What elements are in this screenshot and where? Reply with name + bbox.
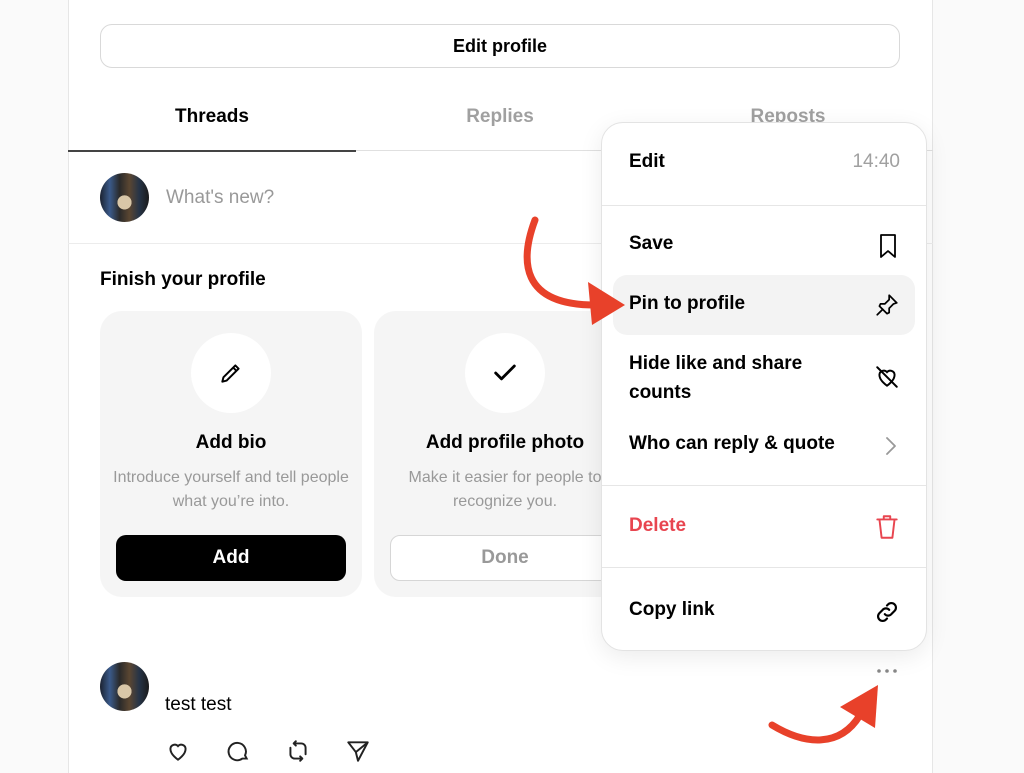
bookmark-icon — [880, 234, 896, 258]
button-label: Done — [481, 547, 529, 568]
menu-item-delete[interactable]: Delete — [602, 515, 926, 545]
pin-icon — [876, 294, 898, 316]
add-bio-button[interactable]: Add — [116, 535, 346, 581]
chevron-right-icon — [886, 437, 896, 455]
new-thread-input[interactable]: What's new? — [166, 187, 274, 209]
menu-item-edit[interactable]: Edit 14:40 — [602, 151, 926, 181]
add-bio-card: Add bio Introduce yourself and tell peop… — [100, 311, 362, 597]
card-title: Add profile photo — [425, 432, 585, 453]
menu-item-label: Who can reply & quote — [629, 433, 835, 454]
post-options-menu: Edit 14:40 Save Pin to profile Hide like… — [601, 122, 927, 651]
menu-item-hide-like-counts[interactable]: Hide like and share counts — [602, 349, 926, 409]
checkmark-icon — [465, 333, 545, 413]
menu-item-copy-link[interactable]: Copy link — [602, 599, 926, 629]
tab-threads[interactable]: Threads — [68, 106, 356, 128]
menu-item-label: Save — [629, 233, 674, 254]
more-horizontal-icon[interactable] — [876, 665, 898, 677]
post-avatar[interactable] — [100, 662, 149, 711]
menu-item-label: Delete — [629, 515, 687, 536]
menu-item-who-can-reply[interactable]: Who can reply & quote — [602, 433, 926, 463]
menu-item-save[interactable]: Save — [602, 233, 926, 263]
menu-item-label: Pin to profile — [629, 293, 746, 314]
add-profile-photo-card: Add profile photo Make it easier for peo… — [374, 311, 636, 597]
tab-replies[interactable]: Replies — [356, 106, 644, 128]
menu-item-label: Hide like and share counts — [629, 353, 803, 403]
button-label: Add — [212, 547, 250, 568]
card-title: Add bio — [195, 432, 267, 453]
repost-icon[interactable] — [285, 738, 311, 764]
done-button[interactable]: Done — [390, 535, 620, 581]
heart-icon[interactable] — [165, 738, 191, 764]
menu-divider — [602, 567, 926, 568]
edit-time: 14:40 — [852, 151, 900, 172]
comment-icon[interactable] — [225, 738, 251, 764]
link-icon — [877, 602, 897, 622]
share-icon[interactable] — [345, 738, 371, 764]
menu-divider — [602, 205, 926, 206]
card-description: Introduce yourself and tell people what … — [113, 469, 349, 510]
edit-profile-button[interactable]: Edit profile — [100, 24, 900, 68]
menu-divider — [602, 485, 926, 486]
active-tab-indicator — [68, 150, 356, 152]
finish-profile-title: Finish your profile — [100, 269, 266, 290]
edit-profile-label: Edit profile — [453, 35, 547, 56]
menu-item-label: Edit — [629, 151, 665, 172]
avatar[interactable] — [100, 173, 149, 222]
card-description: Make it easier for people to recognize y… — [408, 469, 602, 510]
heart-off-icon — [876, 366, 898, 388]
menu-item-label: Copy link — [629, 599, 715, 620]
pencil-icon — [191, 333, 271, 413]
post-text: test test — [165, 694, 232, 715]
trash-icon — [876, 515, 898, 539]
menu-item-pin-to-profile[interactable]: Pin to profile — [613, 275, 915, 335]
